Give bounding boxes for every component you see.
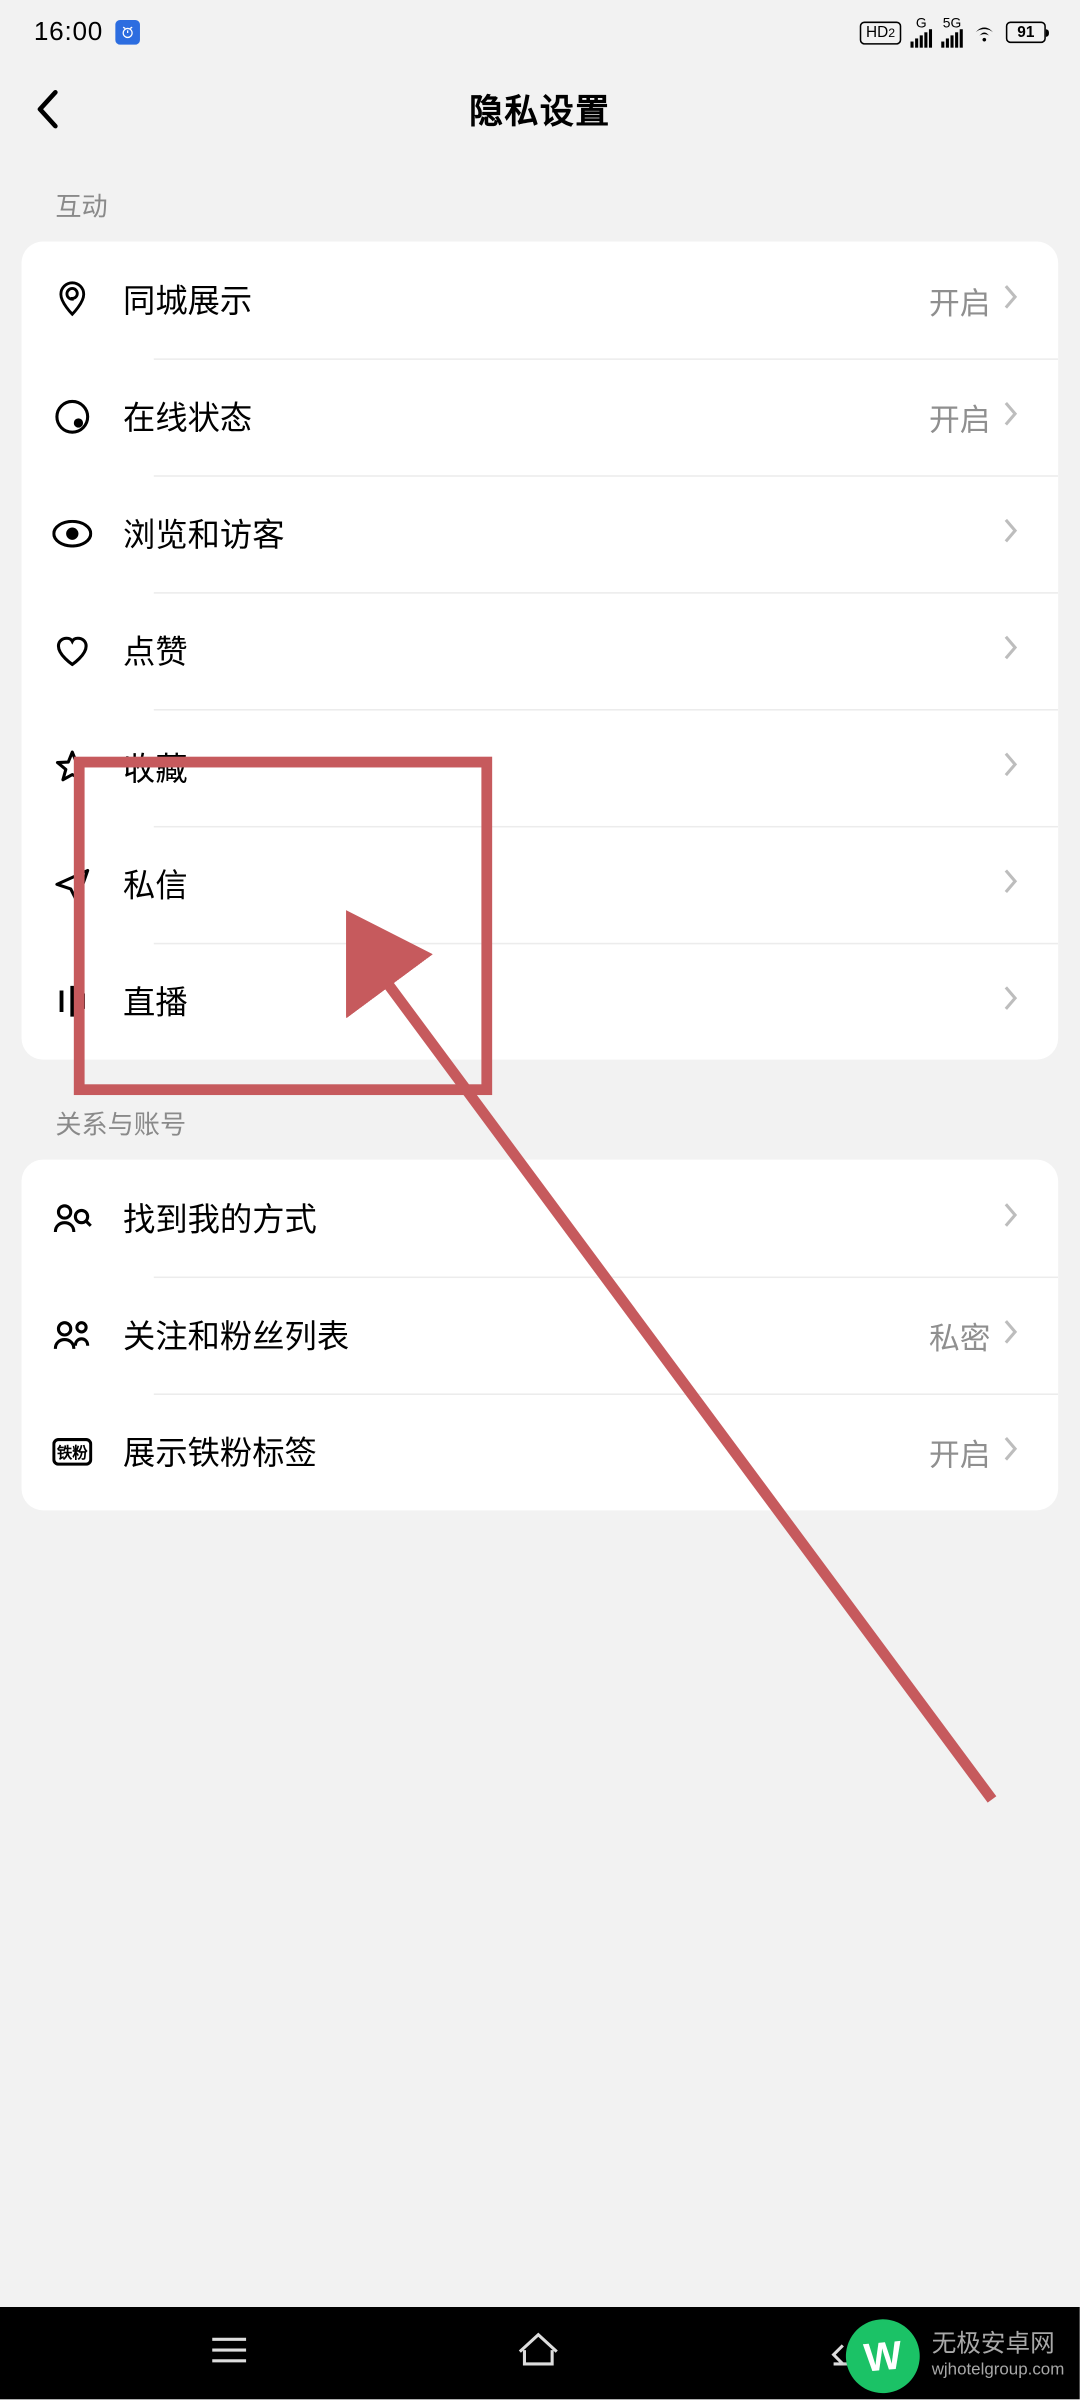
row-online-status[interactable]: 在线状态 开启: [22, 358, 1059, 475]
chevron-right-icon: [1003, 633, 1018, 668]
header: 隐私设置: [0, 65, 1080, 154]
person-search-icon: [49, 1201, 95, 1235]
status-bar: 16:00 HD2 G 5G 91: [0, 0, 1080, 65]
send-icon: [49, 866, 95, 903]
battery-icon: 91: [1006, 22, 1046, 44]
row-label: 私信: [123, 861, 1003, 907]
chevron-right-icon: [1003, 1434, 1018, 1469]
alarm-icon: [115, 20, 140, 45]
row-follow-list[interactable]: 关注和粉丝列表 私密: [22, 1277, 1059, 1394]
chevron-right-icon: [1003, 984, 1018, 1019]
nav-recent-button[interactable]: [210, 2334, 250, 2372]
row-fan-badge[interactable]: 铁粉 展示铁粉标签 开启: [22, 1393, 1059, 1510]
status-time: 16:00: [34, 17, 103, 48]
star-icon: [49, 749, 95, 786]
row-value: 开启: [929, 394, 991, 439]
chevron-right-icon: [1003, 867, 1018, 902]
row-value: 开启: [929, 278, 991, 323]
wifi-icon: [972, 23, 997, 41]
fan-badge-icon: 铁粉: [49, 1438, 95, 1466]
row-value: 私密: [929, 1313, 991, 1358]
svg-text:铁粉: 铁粉: [57, 1443, 88, 1462]
row-dm[interactable]: 私信: [22, 826, 1059, 943]
row-value: 开启: [929, 1430, 991, 1475]
signal-2g-icon: G: [910, 17, 932, 48]
hd-icon: HD2: [860, 21, 901, 44]
row-label: 展示铁粉标签: [123, 1429, 929, 1475]
row-find-me[interactable]: 找到我的方式: [22, 1160, 1059, 1277]
chevron-right-icon: [1003, 750, 1018, 785]
row-label: 浏览和访客: [123, 511, 1003, 557]
eye-icon: [49, 520, 95, 548]
row-label: 直播: [123, 978, 1003, 1024]
page-title: 隐私设置: [469, 85, 611, 134]
row-label: 找到我的方式: [123, 1195, 1003, 1241]
watermark-title: 无极安卓网: [932, 2332, 1065, 2360]
relations-card: 找到我的方式 关注和粉丝列表 私密 铁粉 展示铁粉标签 开启: [22, 1160, 1059, 1511]
row-label: 收藏: [123, 744, 1003, 790]
people-icon: [49, 1318, 95, 1352]
section-label-interaction: 互动: [0, 154, 1080, 242]
chevron-right-icon: [1003, 1200, 1018, 1235]
watermark: W 无极安卓网 wjhotelgroup.com: [846, 2319, 1065, 2393]
row-label: 在线状态: [123, 394, 929, 440]
section-label-relations: 关系与账号: [0, 1060, 1080, 1160]
row-local-display[interactable]: 同城展示 开启: [22, 241, 1059, 358]
watermark-url: wjhotelgroup.com: [932, 2361, 1065, 2380]
chevron-right-icon: [1003, 1317, 1018, 1352]
chevron-right-icon: [1003, 282, 1018, 317]
back-button[interactable]: [34, 86, 62, 140]
watermark-logo-icon: W: [842, 2316, 922, 2396]
row-live[interactable]: 直播: [22, 943, 1059, 1060]
heart-icon: [49, 634, 95, 668]
row-browse-visitors[interactable]: 浏览和访客: [22, 475, 1059, 592]
location-icon: [49, 280, 95, 320]
row-like[interactable]: 点赞: [22, 592, 1059, 709]
row-label: 同城展示: [123, 277, 929, 323]
row-label: 关注和粉丝列表: [123, 1312, 929, 1358]
row-favorites[interactable]: 收藏: [22, 709, 1059, 826]
chevron-right-icon: [1003, 516, 1018, 551]
row-label: 点赞: [123, 628, 1003, 674]
status-dot-icon: [49, 398, 95, 435]
interaction-card: 同城展示 开启 在线状态 开启 浏览和访客 点赞: [22, 241, 1059, 1059]
signal-5g-icon: 5G: [941, 17, 963, 48]
live-icon: [49, 984, 95, 1018]
nav-home-button[interactable]: [515, 2329, 561, 2377]
chevron-right-icon: [1003, 399, 1018, 434]
